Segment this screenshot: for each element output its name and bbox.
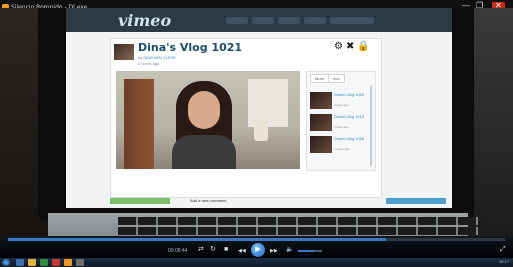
related-item: Dina's Vlog 1020 2 days ago [310,92,368,110]
related-title: Dina's Vlog 1019 [334,114,365,119]
related-thumb [310,136,332,153]
forward-button[interactable]: ▶▶ [270,247,278,255]
search-box [330,17,374,24]
door [124,79,154,169]
taskbar-clock: 19:17 [498,259,509,264]
nav-link [252,17,274,24]
tab-info: Info [328,74,345,83]
related-item: Dina's Vlog 1018 1 week ago [310,136,368,154]
seek-progress [8,238,386,241]
app-taskbar-icon[interactable] [52,259,60,266]
related-title: Dina's Vlog 1018 [334,136,365,141]
person-face [188,91,220,129]
vimeo-header: vimeo [66,8,452,32]
key-row [118,217,488,225]
by-prefix: by [138,55,143,60]
related-thumb [310,114,332,131]
fullscreen-button[interactable]: ⤢ [500,246,506,254]
related-title: Dina's Vlog 1020 [334,92,365,97]
vimeo-logo: vimeo [118,11,172,30]
shuffle-button[interactable]: ⇄ [198,246,204,254]
lamp [254,119,268,141]
related-item: Dina's Vlog 1019 4 days ago [310,114,368,132]
elapsed-time: 00:08:44 [168,248,188,254]
related-meta: 2 days ago [334,103,349,107]
stop-button[interactable]: ■ [224,246,228,254]
ie-taskbar-icon[interactable] [16,259,24,266]
comment-caption: Add a new comment [190,198,227,203]
upload-time: 2 hours ago [138,61,160,66]
byline: by DINA VAN CLEVE [138,55,176,60]
green-block [110,198,170,204]
video-frame[interactable]: vimeo Dina's Vlog 1021 by DINA VAN CLEVE… [0,8,513,246]
gear-icon: ⚙ [334,41,343,52]
key-row [118,227,488,235]
video-title: Dina's Vlog 1021 [138,41,243,54]
play-button[interactable]: ▶ [251,243,265,257]
related-meta: 1 week ago [334,147,350,151]
repeat-button[interactable]: ↻ [210,246,216,254]
app-taskbar-icon[interactable] [40,259,48,266]
mute-button[interactable]: 🔈 [286,246,293,254]
rewind-button[interactable]: ◀◀ [238,247,246,255]
video-tools: ⚙ ✖ 🔒 [334,41,373,52]
nav-link [278,17,300,24]
nav-link [304,17,326,24]
related-meta: 4 days ago [334,125,349,129]
avatar [114,44,134,60]
laptop-screen: vimeo Dina's Vlog 1021 by DINA VAN CLEVE… [66,8,452,208]
author-name: DINA VAN CLEVE [143,55,176,60]
blue-block [386,198,446,204]
person-body [172,135,236,169]
tab-more: More [310,74,330,83]
folder-taskbar-icon[interactable] [28,259,36,266]
nav-link [226,17,248,24]
lock-icon: 🔒 [357,41,370,52]
close-icon: ✖ [345,41,355,52]
related-scrollbar [370,86,372,166]
media-player-taskbar-icon[interactable] [64,259,72,266]
volume-level [298,250,314,252]
start-button[interactable] [2,259,10,266]
embedded-video [116,71,300,169]
app-taskbar-icon[interactable] [76,259,84,266]
related-thumb [310,92,332,109]
